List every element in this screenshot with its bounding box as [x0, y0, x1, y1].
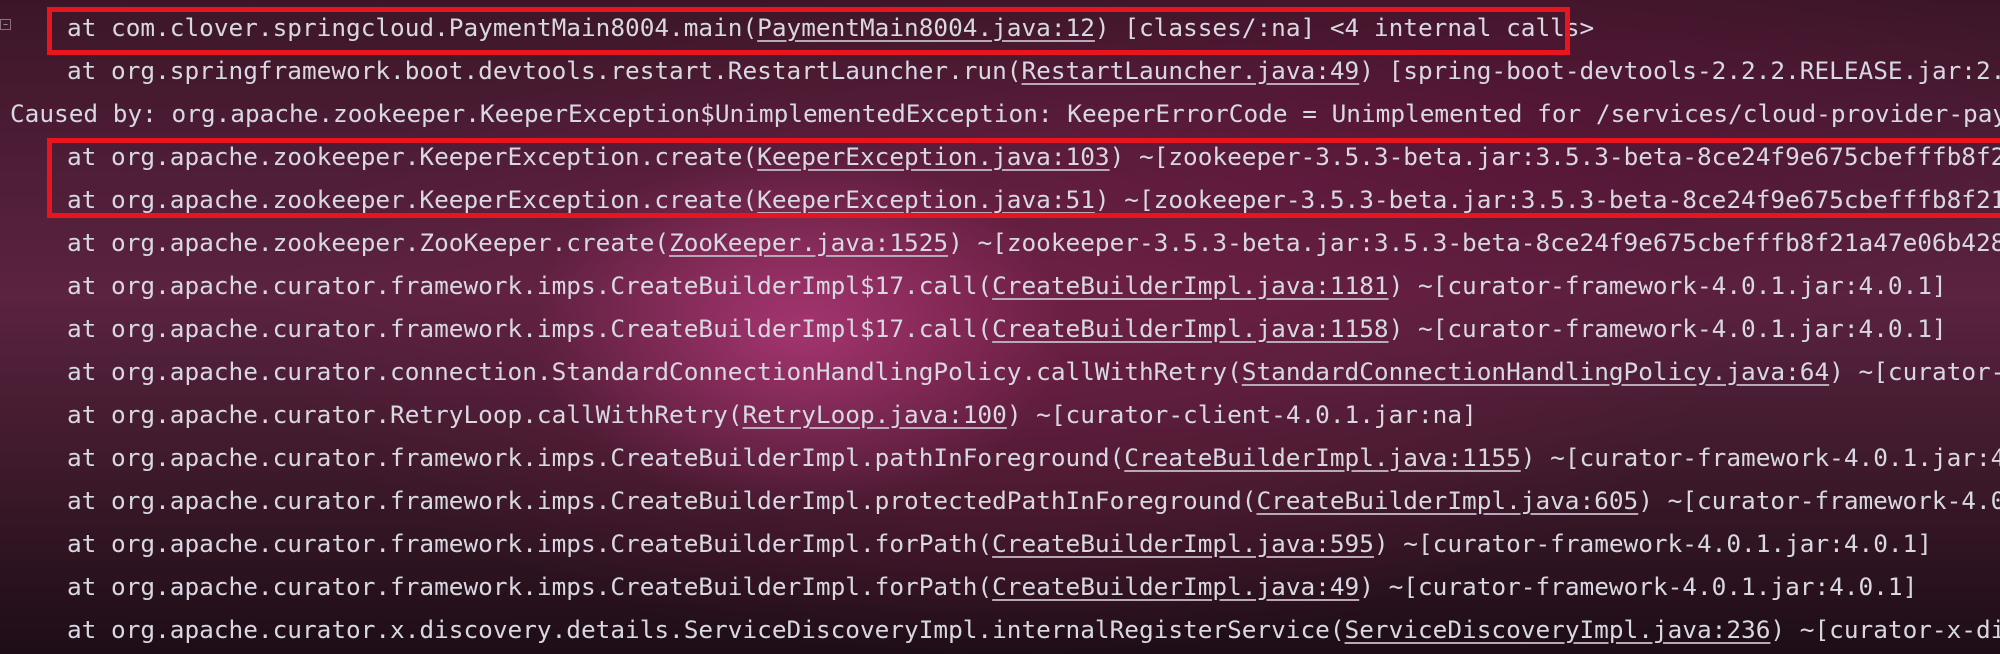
frame-suffix: ) [spring-boot-devtools-2.2.2.RELEASE.ja… [1359, 56, 2000, 85]
stack-frame-line: at org.apache.curator.connection.Standar… [0, 350, 2000, 393]
frame-suffix: ) ~[curator-client [1829, 357, 2000, 386]
caused-by-line: Caused by: org.apache.zookeeper.KeeperEx… [0, 92, 2000, 135]
frame-text: at org.springframework.boot.devtools.res… [67, 56, 1022, 85]
frame-text: at org.apache.curator.framework.imps.Cre… [67, 314, 993, 343]
frame-suffix: ) ~[curator-x-discover [1770, 615, 2000, 644]
console-view: − at com.clover.springcloud.PaymentMain8… [0, 0, 2000, 654]
stack-frame-line: at org.apache.curator.framework.imps.Cre… [0, 522, 2000, 565]
stack-trace-output: at com.clover.springcloud.PaymentMain800… [0, 6, 2000, 651]
frame-suffix: ) ~[curator-framework-4.0.1.jar [1638, 486, 2000, 515]
frame-text: at org.apache.curator.framework.imps.Cre… [67, 529, 993, 558]
frame-text: at org.apache.curator.framework.imps.Cre… [67, 486, 1257, 515]
source-link[interactable]: StandardConnectionHandlingPolicy.java:64 [1242, 357, 1829, 386]
caused-by-text: Caused by: org.apache.zookeeper.KeeperEx… [10, 99, 2000, 128]
stack-frame-line: at org.apache.curator.RetryLoop.callWith… [0, 393, 2000, 436]
frame-text: at org.apache.curator.connection.Standar… [67, 357, 1242, 386]
frame-text: at org.apache.curator.framework.imps.Cre… [67, 271, 993, 300]
source-link[interactable]: CreateBuilderImpl.java:1181 [992, 271, 1388, 300]
source-link[interactable]: CreateBuilderImpl.java:1155 [1124, 443, 1520, 472]
stack-frame-line: at org.springframework.boot.devtools.res… [0, 49, 2000, 92]
frame-suffix: ) ~[curator-framework-4.0.1.jar:4.0.1] [1359, 572, 1918, 601]
stack-frame-line: at org.apache.zookeeper.ZooKeeper.create… [0, 221, 2000, 264]
source-link[interactable]: RetryLoop.java:100 [742, 400, 1006, 429]
frame-text: at org.apache.curator.framework.imps.Cre… [67, 443, 1125, 472]
source-link[interactable]: CreateBuilderImpl.java:595 [992, 529, 1374, 558]
frame-suffix: ) ~[curator-framework-4.0.1.jar:4.0.1] [1388, 314, 1947, 343]
stack-frame-line: at org.apache.curator.framework.imps.Cre… [0, 307, 2000, 350]
source-link[interactable]: CreateBuilderImpl.java:1158 [992, 314, 1388, 343]
stack-frame-line: at org.apache.curator.framework.imps.Cre… [0, 479, 2000, 522]
frame-suffix: ) ~[curator-framework-4.0.1.jar:4.0.1] [1373, 529, 1932, 558]
source-link[interactable]: CreateBuilderImpl.java:49 [992, 572, 1359, 601]
frame-suffix: ) ~[curator-framework-4.0.1.jar:4.0.1] [1520, 443, 2000, 472]
frame-text: at org.apache.zookeeper.ZooKeeper.create… [67, 228, 670, 257]
source-link[interactable]: RestartLauncher.java:49 [1022, 56, 1360, 85]
source-link[interactable]: ServiceDiscoveryImpl.java:236 [1345, 615, 1771, 644]
stack-frame-line: at org.apache.curator.x.discovery.detail… [0, 608, 2000, 651]
stack-frame-line: at org.apache.curator.framework.imps.Cre… [0, 565, 2000, 608]
highlight-box-main [47, 7, 1570, 55]
frame-suffix: ) ~[curator-client-4.0.1.jar:na] [1006, 400, 1477, 429]
stack-frame-line: at org.apache.curator.framework.imps.Cre… [0, 436, 2000, 479]
frame-text: at org.apache.curator.framework.imps.Cre… [67, 572, 993, 601]
frame-text: at org.apache.curator.RetryLoop.callWith… [67, 400, 743, 429]
frame-suffix: ) ~[curator-framework-4.0.1.jar:4.0.1] [1388, 271, 1947, 300]
highlight-box-keeper-exception [47, 138, 2000, 218]
source-link[interactable]: CreateBuilderImpl.java:605 [1256, 486, 1638, 515]
source-link[interactable]: ZooKeeper.java:1525 [669, 228, 948, 257]
frame-suffix: ) ~[zookeeper-3.5.3-beta.jar:3.5.3-beta-… [948, 228, 2000, 257]
stack-frame-line: at org.apache.curator.framework.imps.Cre… [0, 264, 2000, 307]
frame-text: at org.apache.curator.x.discovery.detail… [67, 615, 1345, 644]
